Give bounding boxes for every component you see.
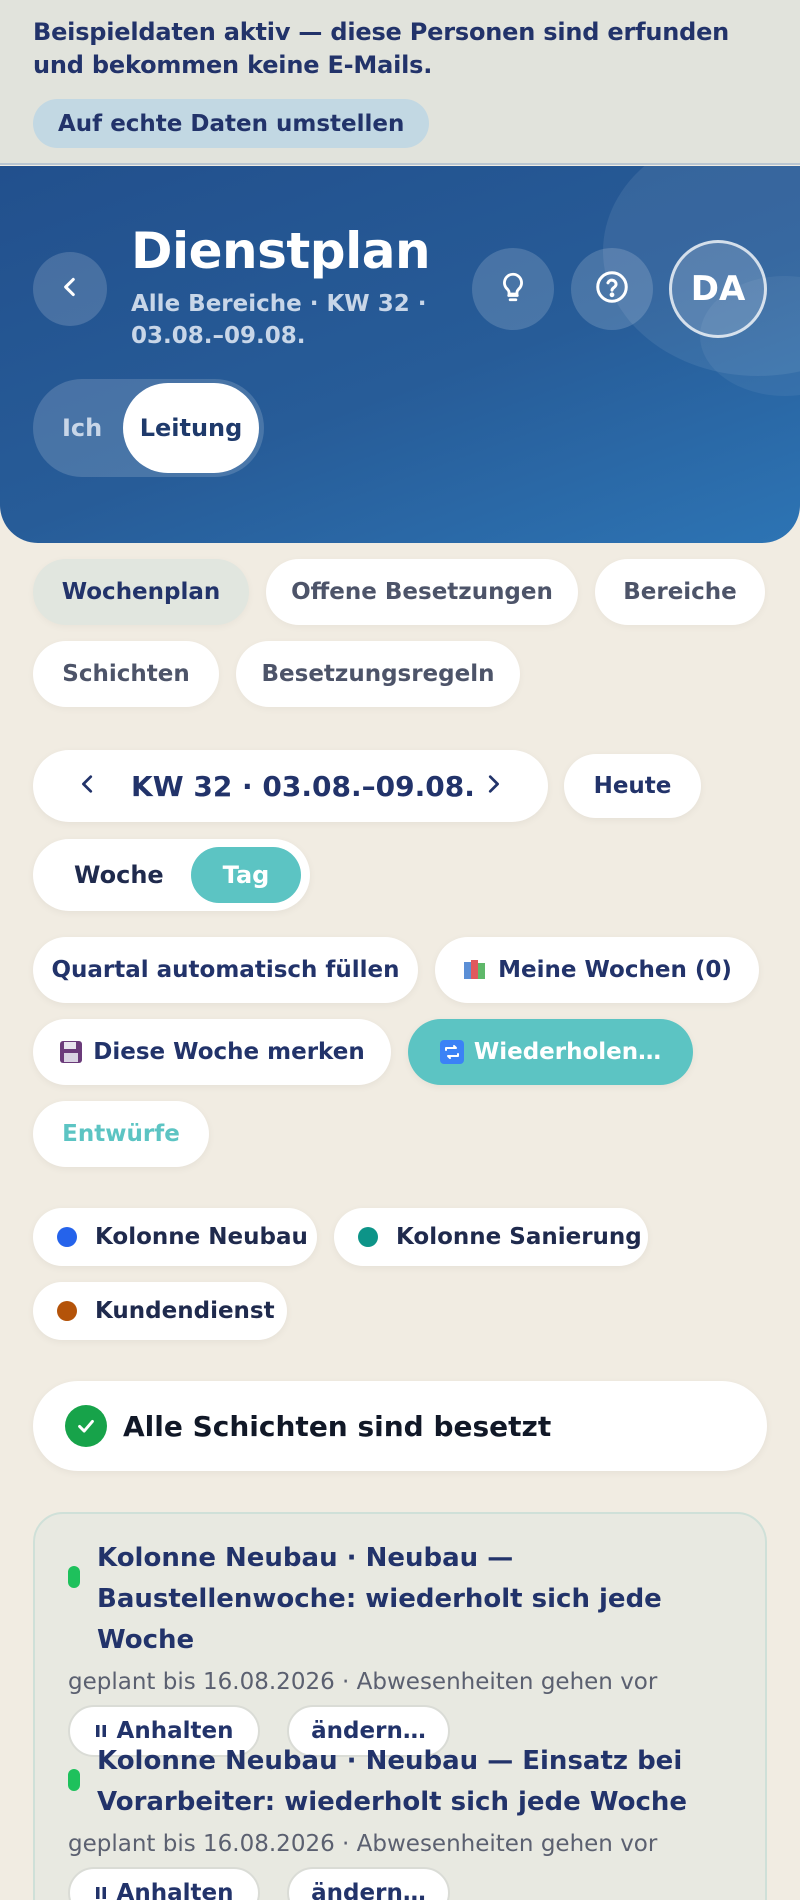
series-title: Kolonne Neubau · Neubau — Baustellenwoch… [97,1543,662,1655]
legend-item-kolonne-sanierung: Kolonne Sanierung [334,1208,648,1266]
pause-icon [95,1723,107,1739]
edit-series-button[interactable]: ändern… [287,1867,450,1900]
page-subtitle: Alle Bereiche · KW 32 · 03.08.–09.08. [131,291,427,349]
view-option-woche[interactable]: Woche [74,839,164,911]
color-dot [57,1301,77,1321]
chevron-left-icon [57,274,83,304]
recurring-series-item: Kolonne Neubau · Neubau — Baustellenwoch… [68,1538,748,1759]
status-indicator [68,1566,80,1588]
legend-item-kolonne-neubau: Kolonne Neubau [33,1208,317,1266]
lightbulb-icon [496,270,530,308]
today-button[interactable]: Heute [564,754,701,818]
edit-label: ändern… [311,1880,426,1900]
series-meta: geplant bis 16.08.2026 · Abwesenheiten g… [68,1831,658,1857]
chevron-right-icon [482,771,504,801]
repeat-button[interactable]: Wiederholen… [408,1019,693,1085]
demo-banner-text: Beispieldaten aktiv — diese Personen sin… [33,18,730,79]
my-weeks-button[interactable]: Meine Wochen (0) [435,937,759,1003]
fill-quarter-button[interactable]: Quartal automatisch füllen [33,937,418,1003]
legend-label: Kundendienst [95,1298,275,1324]
week-navigator: KW 32 · 03.08.–09.08. [33,750,548,822]
back-button[interactable] [33,252,107,326]
switch-to-real-data-button[interactable]: Auf echte Daten umstellen [33,99,430,148]
next-week-button[interactable] [478,770,508,802]
tips-button[interactable] [472,248,554,330]
fill-quarter-label: Quartal automatisch füllen [51,957,400,983]
role-option-ich[interactable]: Ich [62,379,102,477]
legend-label: Kolonne Neubau [95,1224,308,1250]
tab-besetzungsregeln[interactable]: Besetzungsregeln [236,641,520,707]
color-dot [57,1227,77,1247]
demo-data-banner: Beispieldaten aktiv — diese Personen sin… [0,0,800,165]
books-icon [462,958,488,982]
help-button[interactable] [571,248,653,330]
repeat-icon [439,1040,464,1064]
tab-schichten[interactable]: Schichten [33,641,219,707]
tab-wochenplan[interactable]: Wochenplan [33,559,249,625]
page-title: Dienstplan [131,222,431,280]
series-meta: geplant bis 16.08.2026 · Abwesenheiten g… [68,1669,658,1695]
pause-label: Anhalten [116,1880,234,1900]
series-actions: Anhalten ändern… [68,1867,748,1900]
save-week-label: Diese Woche merken [93,1039,365,1065]
chevron-left-icon [77,771,99,801]
recurring-series-item: Kolonne Neubau · Neubau — Einsatz bei Vo… [68,1741,748,1900]
recurring-series-card: Kolonne Neubau · Neubau — Baustellenwoch… [33,1512,767,1900]
color-dot [358,1227,378,1247]
repeat-label: Wiederholen… [473,1039,662,1065]
help-circle-icon [594,269,630,309]
tab-offene-besetzungen[interactable]: Offene Besetzungen [266,559,578,625]
user-avatar[interactable]: DA [669,240,767,338]
pause-icon [95,1885,107,1900]
page-header: Dienstplan Alle Bereiche · KW 32 · 03.08… [0,166,800,543]
drafts-button[interactable]: Entwürfe [33,1101,209,1167]
save-week-button[interactable]: Diese Woche merken [33,1019,391,1085]
drafts-label: Entwürfe [62,1121,180,1147]
pause-series-button[interactable]: Anhalten [68,1867,260,1900]
check-circle-icon [65,1405,107,1447]
view-toggle: Woche Tag [33,839,310,911]
role-option-leitung[interactable]: Leitung [123,383,259,473]
floppy-disk-icon [59,1040,83,1064]
previous-week-button[interactable] [73,770,103,802]
coverage-status-text: Alle Schichten sind besetzt [123,1409,552,1443]
coverage-status-card: Alle Schichten sind besetzt [33,1381,767,1471]
tab-bereiche[interactable]: Bereiche [595,559,765,625]
role-toggle: Ich Leitung [33,379,264,477]
legend-label: Kolonne Sanierung [396,1224,642,1250]
series-title: Kolonne Neubau · Neubau — Einsatz bei Vo… [97,1746,688,1817]
current-week-label: KW 32 · 03.08.–09.08. [131,769,475,803]
view-option-tag[interactable]: Tag [191,847,301,903]
my-weeks-label: Meine Wochen (0) [498,957,732,983]
status-indicator [68,1769,80,1791]
legend-item-kundendienst: Kundendienst [33,1282,287,1340]
